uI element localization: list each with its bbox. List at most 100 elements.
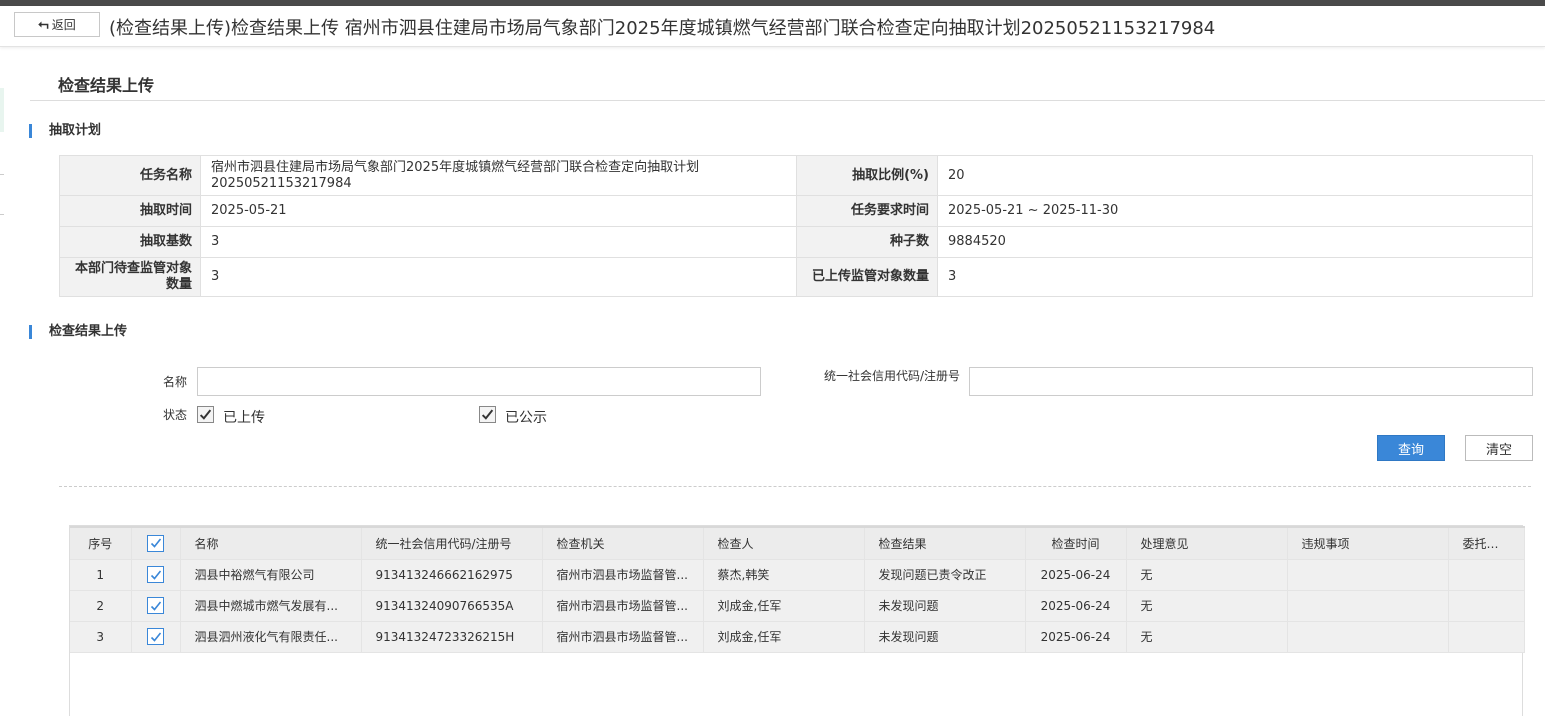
results-table: 序号 名称 统一社会信用代码/注册号 检查机关 检查人 检查结果 检查时间 处理… — [70, 526, 1525, 653]
info-label: 种子数 — [796, 226, 938, 258]
col-header-org[interactable]: 检查机关 — [542, 526, 704, 560]
row-inspector: 刘成金,任军 — [703, 621, 865, 653]
row-result: 未发现问题 — [864, 621, 1026, 653]
sidebar-divider — [0, 214, 4, 215]
row-entrust — [1448, 590, 1525, 622]
query-button[interactable]: 查询 — [1377, 435, 1445, 461]
row-name: 泗县中裕燃气有限公司 — [180, 559, 362, 591]
info-row: 本部门待查监管对象数量 3 已上传监管对象数量 3 — [59, 257, 1533, 297]
row-checkbox[interactable] — [147, 566, 164, 583]
row-org: 宿州市泗县市场监督管... — [542, 621, 704, 653]
row-violation — [1287, 621, 1449, 653]
info-label: 任务要求时间 — [796, 195, 938, 227]
row-opinion: 无 — [1126, 590, 1288, 622]
clear-button[interactable]: 清空 — [1465, 435, 1533, 461]
select-all-checkbox[interactable] — [147, 534, 164, 552]
info-value: 2025-05-21 — [200, 195, 797, 227]
info-label: 已上传监管对象数量 — [796, 257, 938, 297]
credit-code-input[interactable] — [969, 367, 1533, 396]
row-violation — [1287, 590, 1449, 622]
info-label: 抽取时间 — [59, 195, 201, 227]
check-icon — [150, 601, 161, 611]
info-value: 3 — [200, 257, 797, 297]
col-header-result[interactable]: 检查结果 — [864, 526, 1026, 560]
col-header-date[interactable]: 检查时间 — [1025, 526, 1127, 560]
check-icon — [481, 409, 494, 420]
table-row[interactable]: 2 泗县中燃城市燃气发展有... 91341324090766535A 宿州市泗… — [70, 590, 1525, 622]
table-row[interactable]: 3 泗县泗州液化气有限责任... 91341324723326215H 宿州市泗… — [70, 621, 1525, 653]
row-opinion: 无 — [1126, 621, 1288, 653]
uploaded-checkbox[interactable] — [197, 406, 214, 423]
row-no: 3 — [70, 621, 132, 653]
row-inspector: 刘成金,任军 — [703, 590, 865, 622]
name-label: 名称 — [162, 375, 187, 389]
check-icon — [150, 570, 161, 580]
check-icon — [150, 632, 161, 642]
uploaded-option-label: 已上传 — [223, 410, 265, 426]
row-date: 2025-06-24 — [1025, 559, 1127, 591]
published-option-label: 已公示 — [505, 410, 547, 426]
info-value: 20 — [937, 155, 1533, 196]
sidebar-divider — [0, 174, 4, 175]
back-button[interactable]: ⮢ 返回 — [14, 12, 100, 37]
col-header-inspector[interactable]: 检查人 — [703, 526, 865, 560]
info-label: 抽取比例(%) — [796, 155, 938, 196]
row-date: 2025-06-24 — [1025, 590, 1127, 622]
col-header-violation[interactable]: 违规事项 — [1287, 526, 1449, 560]
row-org: 宿州市泗县市场监督管... — [542, 590, 704, 622]
plan-section-title: 抽取计划 — [29, 124, 101, 138]
plan-info-table: 任务名称 宿州市泗县住建局市场局气象部门2025年度城镇燃气经营部门联合检查定向… — [59, 155, 1533, 297]
info-label: 抽取基数 — [59, 226, 201, 258]
sidebar-highlight — [0, 88, 4, 132]
check-icon — [199, 409, 212, 420]
title-divider — [30, 100, 1545, 101]
col-header-opinion[interactable]: 处理意见 — [1126, 526, 1288, 560]
row-violation — [1287, 559, 1449, 591]
row-code: 91341324090766535A — [361, 590, 543, 622]
page-header-title: (检查结果上传)检查结果上传 宿州市泗县住建局市场局气象部门2025年度城镇燃气… — [109, 18, 1216, 39]
section-divider — [59, 486, 1531, 487]
row-select — [131, 590, 181, 622]
row-name: 泗县泗州液化气有限责任... — [180, 621, 362, 653]
row-code: 91341324666216297​5 — [361, 559, 543, 591]
info-row: 抽取时间 2025-05-21 任务要求时间 2025-05-21 ~ 2025… — [59, 195, 1533, 227]
col-header-entrust[interactable]: 委托部门 — [1448, 526, 1525, 560]
row-code: 91341324723326215H — [361, 621, 543, 653]
results-grid: 序号 名称 统一社会信用代码/注册号 检查机关 检查人 检查结果 检查时间 处理… — [69, 525, 1525, 716]
info-row: 抽取基数 3 种子数 9884520 — [59, 226, 1533, 258]
back-label: 返回 — [51, 18, 76, 32]
header-bar: ⮢ 返回 (检查结果上传)检查结果上传 宿州市泗县住建局市场局气象部门2025年… — [0, 6, 1545, 47]
row-entrust — [1448, 621, 1525, 653]
info-value: 3 — [937, 257, 1533, 297]
info-label: 本部门待查监管对象数量 — [59, 257, 201, 297]
row-entrust — [1448, 559, 1525, 591]
info-label: 任务名称 — [59, 155, 201, 196]
name-input[interactable] — [197, 367, 761, 396]
info-value: 3 — [200, 226, 797, 258]
row-inspector: 蔡杰,韩笑 — [703, 559, 865, 591]
info-value: 宿州市泗县住建局市场局气象部门2025年度城镇燃气经营部门联合检查定向抽取计划2… — [200, 155, 797, 196]
info-value: 2025-05-21 ~ 2025-11-30 — [937, 195, 1533, 227]
credit-code-label: 统一社会信用代码/注册号 — [823, 369, 960, 383]
table-row[interactable]: 1 泗县中裕燃气有限公司 91341324666216297​5 宿州市泗县市场… — [70, 559, 1525, 591]
row-result: 未发现问题 — [864, 590, 1026, 622]
row-org: 宿州市泗县市场监督管... — [542, 559, 704, 591]
page-title: 检查结果上传 — [58, 76, 155, 95]
col-header-code[interactable]: 统一社会信用代码/注册号 — [361, 526, 543, 560]
row-select — [131, 559, 181, 591]
back-arrow-icon: ⮢ — [38, 17, 49, 32]
row-checkbox[interactable] — [147, 628, 164, 645]
row-opinion: 无 — [1126, 559, 1288, 591]
row-date: 2025-06-24 — [1025, 621, 1127, 653]
row-checkbox[interactable] — [147, 597, 164, 614]
row-no: 1 — [70, 559, 132, 591]
status-label: 状态 — [162, 408, 187, 422]
row-result: 发现问题已责令改正 — [864, 559, 1026, 591]
col-header-name[interactable]: 名称 — [180, 526, 362, 560]
published-checkbox[interactable] — [479, 406, 496, 423]
info-value: 9884520 — [937, 226, 1533, 258]
info-row: 任务名称 宿州市泗县住建局市场局气象部门2025年度城镇燃气经营部门联合检查定向… — [59, 155, 1533, 196]
row-name: 泗县中燃城市燃气发展有... — [180, 590, 362, 622]
col-header-select — [131, 526, 181, 560]
row-select — [131, 621, 181, 653]
